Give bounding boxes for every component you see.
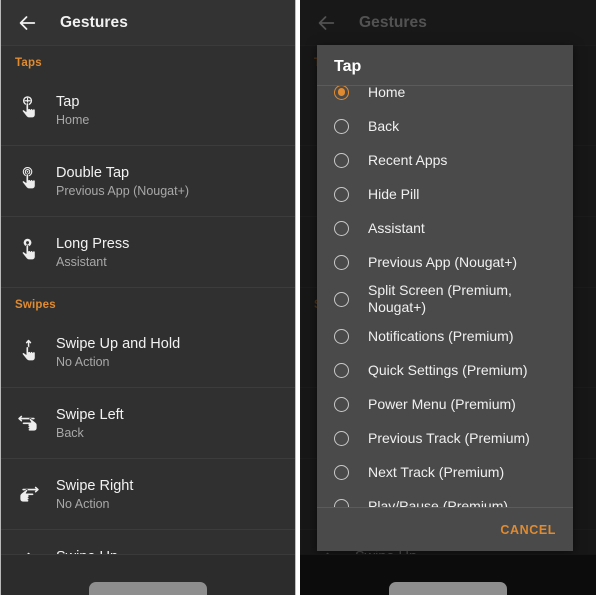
list-item-title: Swipe Up and Hold (56, 335, 181, 352)
radio-button[interactable] (334, 152, 349, 168)
radio-option-label: Split Screen (Premium, Nougat+) (368, 282, 512, 315)
right-app-bar: Gestures (300, 0, 596, 46)
radio-option[interactable]: Quick Settings (Premium) (317, 353, 573, 387)
list-item-title: Tap (56, 93, 80, 110)
back-arrow-icon[interactable] (315, 12, 337, 34)
tap-action-dialog: Tap Home Back Recent Apps Hide Pill Assi… (317, 45, 573, 551)
left-app-bar: Gestures (1, 0, 295, 46)
radio-button[interactable] (334, 291, 349, 307)
nav-pill-handle[interactable] (389, 582, 507, 595)
radio-option[interactable]: Play/Pause (Premium) (317, 489, 573, 507)
list-item-subtitle: Assistant (56, 254, 107, 269)
radio-option-label: Notifications (Premium) (368, 327, 514, 344)
gesture-list: Taps Tap Home Double Tap Previous App (N… (1, 46, 295, 595)
radio-option-label: Previous Track (Premium) (368, 429, 530, 446)
page-title: Gestures (60, 13, 128, 31)
swipe-up-hold-hand-icon (13, 335, 43, 369)
radio-option-label: Back (368, 117, 400, 134)
radio-button[interactable] (334, 328, 349, 344)
radio-option[interactable]: Next Track (Premium) (317, 455, 573, 489)
list-item-title: Swipe Left (56, 406, 124, 423)
section-header-swipes: Swipes (15, 299, 56, 311)
radio-option[interactable]: Previous App (Nougat+) (317, 245, 573, 279)
radio-option-label: Power Menu (Premium) (368, 395, 516, 412)
radio-button[interactable] (334, 220, 349, 236)
radio-option-label: Home (368, 86, 406, 100)
radio-option[interactable]: Power Menu (Premium) (317, 387, 573, 421)
right-phone-screen: Gestures Taps Tap Home (300, 0, 596, 595)
radio-button[interactable] (334, 464, 349, 480)
radio-option[interactable]: Previous Track (Premium) (317, 421, 573, 455)
list-item-subtitle: No Action (56, 354, 110, 369)
radio-option-label: Assistant (368, 219, 425, 236)
page-title: Gestures (359, 13, 427, 31)
section-header-taps: Taps (15, 57, 42, 69)
back-arrow-icon[interactable] (16, 12, 38, 34)
list-item[interactable]: Long Press Assistant (1, 217, 295, 288)
swipe-right-hand-icon (13, 477, 43, 511)
radio-option[interactable]: Home (317, 86, 573, 109)
swipe-left-hand-icon (13, 406, 43, 440)
radio-option-label: Hide Pill (368, 185, 420, 202)
list-item-subtitle: Home (56, 112, 90, 127)
dialog-title: Tap (334, 58, 362, 75)
list-item[interactable]: Swipe Right No Action (1, 459, 295, 530)
list-item-subtitle: Back (56, 425, 84, 440)
radio-option-label: Recent Apps (368, 151, 448, 168)
left-navigation-bar (1, 554, 295, 595)
list-item-title: Swipe Right (56, 477, 134, 494)
left-phone-screen: Gestures Taps Tap Home Double Tap Previo… (0, 0, 296, 595)
radio-option-label: Quick Settings (Premium) (368, 361, 528, 378)
dialog-options-scroll-area[interactable]: Home Back Recent Apps Hide Pill Assistan… (317, 86, 573, 507)
list-item-subtitle: Previous App (Nougat+) (56, 183, 190, 198)
radio-button[interactable] (334, 396, 349, 412)
list-item-title: Double Tap (56, 164, 130, 181)
radio-option-label: Next Track (Premium) (368, 463, 505, 480)
nav-pill-handle[interactable] (89, 582, 207, 595)
list-item[interactable]: Swipe Up and Hold No Action (1, 317, 295, 388)
radio-button[interactable] (334, 118, 349, 134)
double-tap-hand-icon (13, 164, 43, 198)
radio-option[interactable]: Notifications (Premium) (317, 319, 573, 353)
screenshot-stage: Gestures Taps Tap Home Double Tap Previo… (0, 0, 600, 595)
radio-option[interactable]: Split Screen (Premium, Nougat+) (317, 279, 573, 319)
radio-option[interactable]: Hide Pill (317, 177, 573, 211)
list-item-title: Long Press (56, 235, 130, 252)
long-press-hand-icon (13, 235, 43, 269)
right-navigation-bar (300, 554, 596, 595)
radio-option[interactable]: Back (317, 109, 573, 143)
dialog-footer: CANCEL (317, 507, 573, 551)
radio-option-label: Play/Pause (Premium) (368, 497, 509, 508)
radio-button-selected[interactable] (334, 86, 349, 100)
cancel-button[interactable]: CANCEL (500, 523, 556, 537)
radio-option[interactable]: Recent Apps (317, 143, 573, 177)
radio-button[interactable] (334, 186, 349, 202)
list-item[interactable]: Swipe Left Back (1, 388, 295, 459)
radio-option[interactable]: Assistant (317, 211, 573, 245)
radio-button[interactable] (334, 362, 349, 378)
radio-option-label: Previous App (Nougat+) (368, 253, 518, 270)
radio-button[interactable] (334, 430, 349, 446)
radio-button[interactable] (334, 254, 349, 270)
tap-hand-icon (13, 93, 43, 127)
list-item[interactable]: Double Tap Previous App (Nougat+) (1, 146, 295, 217)
list-item[interactable]: Tap Home (1, 75, 295, 146)
radio-button[interactable] (334, 498, 349, 507)
list-item-subtitle: No Action (56, 496, 110, 511)
